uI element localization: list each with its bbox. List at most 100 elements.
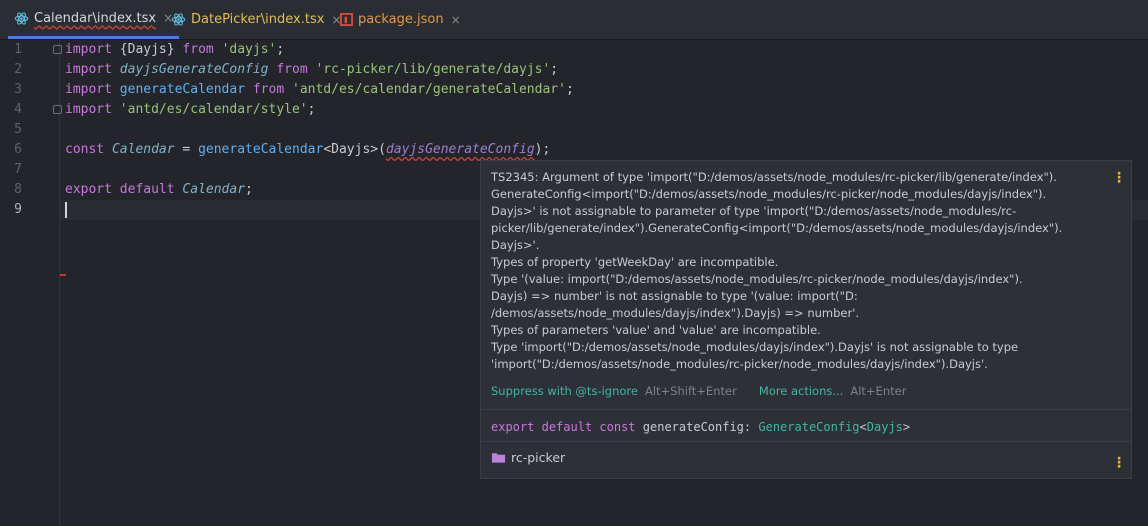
tab-package-json[interactable]: package.json × [340, 0, 461, 39]
package-name[interactable]: rc-picker [511, 450, 565, 465]
error-message-line: picker/lib/generate/index").GenerateConf… [491, 221, 1063, 235]
more-options-icon[interactable]: ⋮ [1112, 171, 1126, 185]
more-options-icon[interactable]: ⋮ [1112, 456, 1126, 470]
code-line-2: import dayjsGenerateConfig from 'rc-pick… [65, 60, 558, 80]
signature-type[interactable]: GenerateConfig [758, 420, 859, 434]
text-caret [65, 202, 67, 218]
code-line-4: import 'antd/es/calendar/style'; [65, 100, 315, 120]
keyword: export [491, 420, 535, 434]
error-message-line: Types of property 'getWeekDay' are incom… [491, 255, 779, 269]
tab-label: DatePicker\index.tsx [191, 12, 325, 27]
react-icon [171, 12, 186, 27]
keyword: default [119, 182, 175, 197]
code-line-6: const Calendar = generateCalendar<Dayjs>… [65, 140, 550, 160]
error-message-line: Types of parameters 'value' and 'value' … [491, 323, 821, 337]
error-message-line: Type 'import("D:/demos/assets/node_modul… [491, 340, 1019, 354]
npm-icon [340, 13, 353, 26]
identifier: dayjsGenerateConfig [119, 62, 269, 77]
error-message-line: Dayjs) => number' is not assignable to t… [491, 289, 858, 303]
keyword: import [65, 42, 112, 57]
string-literal: 'antd/es/calendar/style' [119, 102, 308, 117]
suppress-ts-ignore-link[interactable]: Suppress with @ts-ignore [491, 384, 638, 398]
identifier: Calendar [182, 182, 246, 197]
keyword: from [276, 62, 308, 77]
line-number: 1 [14, 42, 22, 57]
line-number: 6 [14, 142, 22, 157]
error-message-line: GenerateConfig<import("D:/demos/assets/n… [491, 187, 1047, 201]
tab-label: Calendar\index.tsx [34, 10, 157, 26]
error-message-line: /demos/assets/node_modules/dayjs/index")… [491, 306, 860, 320]
divider [481, 441, 1131, 442]
signature-bracket: < [859, 420, 867, 434]
keyword: import [65, 62, 112, 77]
declaration-signature: export default const generateConfig: Gen… [491, 420, 910, 434]
close-icon[interactable]: × [451, 13, 461, 27]
quick-actions: Suppress with @ts-ignore Alt+Shift+Enter M… [491, 384, 928, 398]
error-message-line: 'import("D:/demos/assets/node_modules/rc… [491, 357, 988, 371]
error-message-line: Dayjs>'. [491, 238, 540, 252]
line-number-gutter: 1 2 3 4 5 6 7 8 9 [0, 40, 62, 526]
line-number: 2 [14, 62, 22, 77]
code-line-3: import generateCalendar from 'antd/es/ca… [65, 80, 574, 100]
code-text: = [174, 142, 199, 157]
code-text: ; [565, 82, 574, 97]
keyword: import [65, 102, 112, 117]
identifier: generateCalendar [119, 82, 246, 97]
signature-type-arg[interactable]: Dayjs [867, 420, 903, 434]
string-literal: 'rc-picker/lib/generate/dayjs' [315, 62, 551, 77]
shortcut-hint: Alt+Shift+Enter [644, 384, 737, 398]
error-message-line: Dayjs>' is not assignable to parameter o… [491, 204, 1017, 218]
keyword: export [65, 182, 112, 197]
line-number: 8 [14, 182, 22, 197]
divider [481, 409, 1131, 410]
keyword: const [65, 142, 105, 157]
more-actions-link[interactable]: More actions... [759, 384, 844, 398]
error-message-line: TS2345: Argument of type 'import("D:/dem… [491, 170, 1057, 184]
identifier: Calendar [111, 142, 175, 157]
error-message-line: Type '(value: import("D:/demos/assets/no… [491, 272, 1023, 286]
tab-calendar-index[interactable]: Calendar\index.tsx × [8, 0, 180, 39]
code-text: ; [245, 182, 253, 197]
react-icon [14, 11, 29, 26]
keyword: const [599, 420, 636, 434]
code-text: ); [534, 142, 551, 157]
code-line-8: export default Calendar; [65, 180, 253, 200]
function-call: generateCalendar [198, 142, 324, 157]
line-number: 5 [14, 122, 22, 137]
keyword: import [65, 82, 112, 97]
package-info: rc-picker [491, 450, 565, 465]
string-literal: 'dayjs' [221, 42, 277, 57]
code-text: <Dayjs>( [323, 142, 386, 157]
signature-bracket: > [902, 420, 911, 434]
code-text: ; [550, 62, 559, 77]
folder-icon [491, 451, 506, 464]
error-tooltip-popup: TS2345: Argument of type 'import("D:/dem… [480, 160, 1132, 479]
signature-colon: : [743, 420, 759, 434]
line-number: 7 [14, 162, 22, 177]
keyword: from [252, 82, 285, 97]
error-stripe-marker [60, 274, 66, 276]
tab-label: package.json [358, 12, 444, 27]
code-text: {Dayjs} [111, 42, 183, 57]
code-line-1: import {Dayjs} from 'dayjs'; [65, 40, 284, 60]
shortcut-hint: Alt+Enter [850, 384, 907, 398]
editor-tab-bar: Calendar\index.tsx × DatePicker\index.ts… [0, 0, 1148, 40]
code-text: ; [276, 42, 285, 57]
keyword: from [182, 42, 214, 57]
line-number: 3 [14, 82, 22, 97]
signature-name: generateConfig [642, 420, 744, 434]
keyword: default [541, 420, 593, 434]
error-message: TS2345: Argument of type 'import("D:/dem… [491, 169, 1081, 373]
tab-datepicker-index[interactable]: DatePicker\index.tsx × [171, 0, 342, 39]
string-literal: 'antd/es/calendar/generateCalendar' [292, 82, 566, 97]
error-argument[interactable]: dayjsGenerateConfig [386, 142, 535, 157]
code-text: ; [307, 102, 316, 117]
